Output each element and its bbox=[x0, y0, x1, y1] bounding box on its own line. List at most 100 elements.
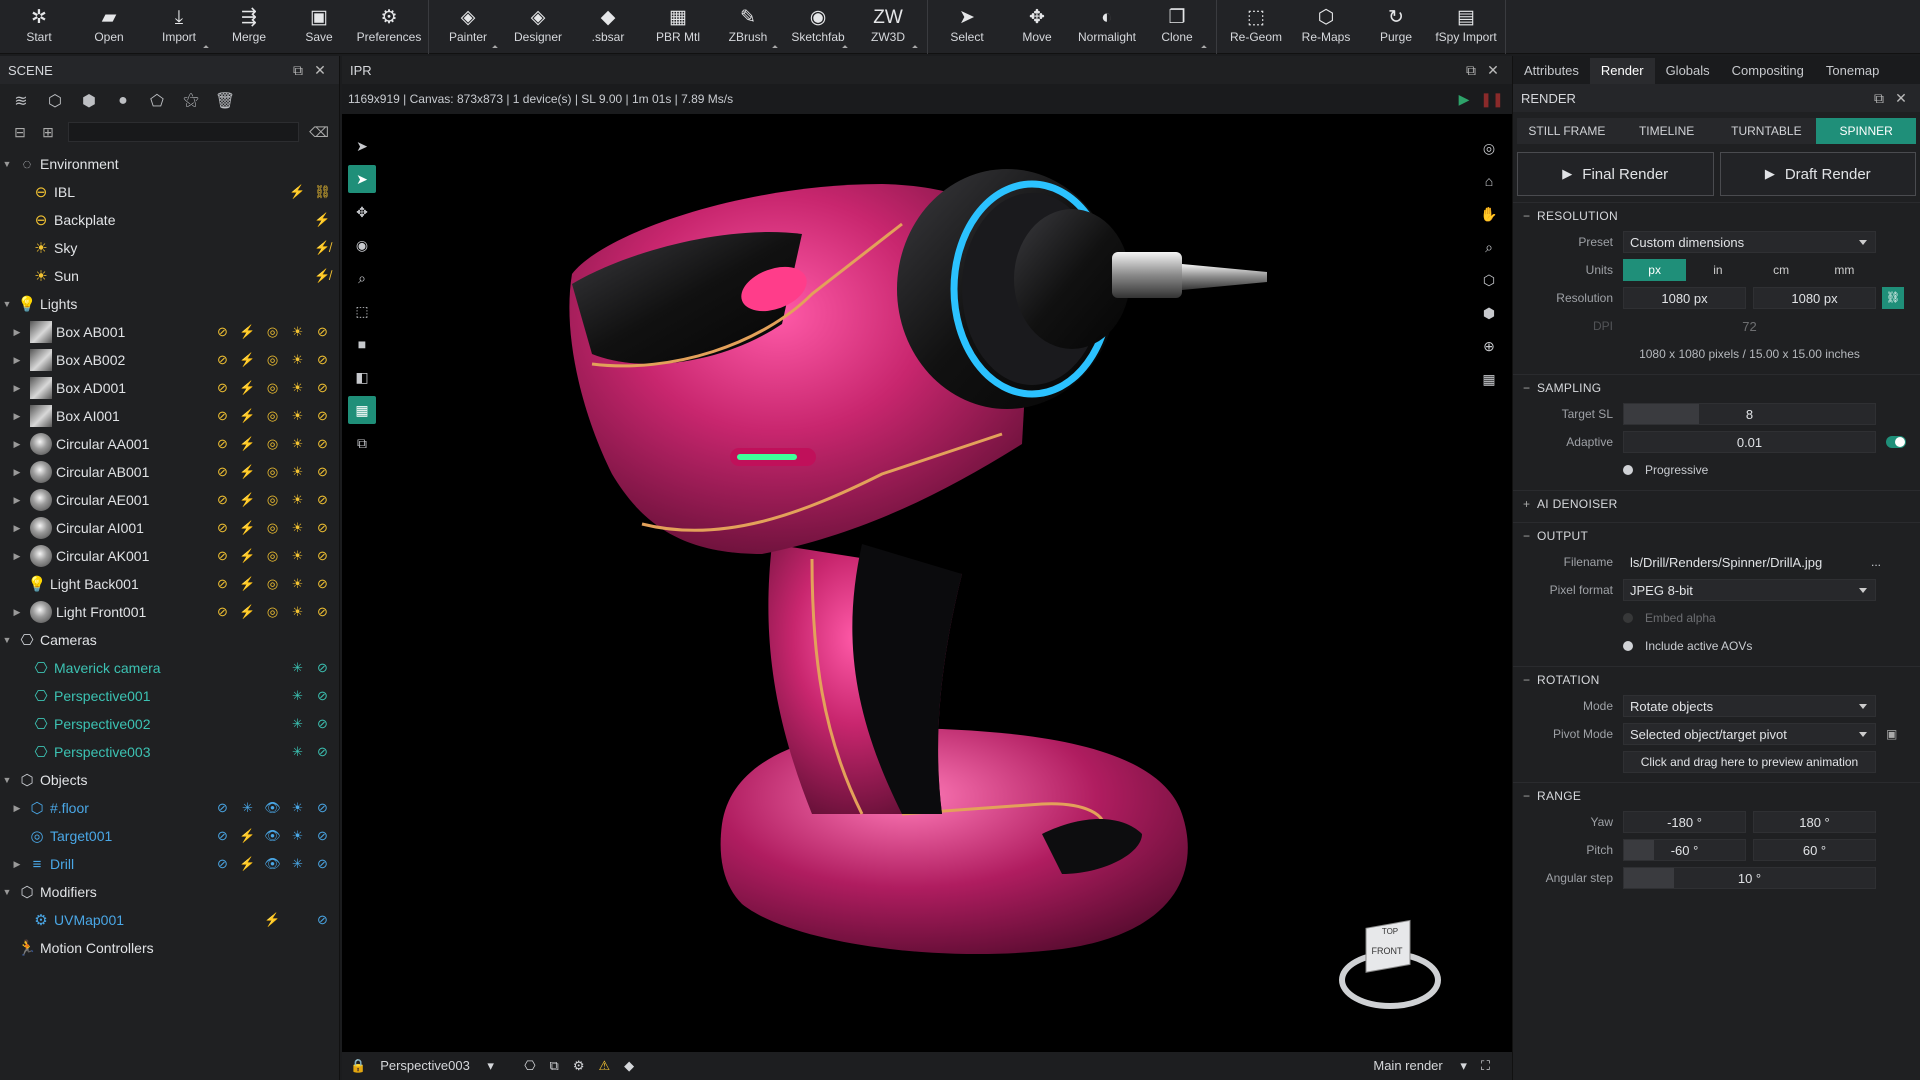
light-icon[interactable]: ☀ bbox=[285, 828, 310, 844]
embed-alpha-radio[interactable] bbox=[1623, 613, 1633, 623]
tree-object-floor[interactable]: ▶ ⬡ #.floor ⊘ ✳ 👁 ☀ ⊘ bbox=[0, 794, 339, 822]
tab-compositing[interactable]: Compositing bbox=[1721, 58, 1815, 84]
shadow-icon[interactable]: ⊘ bbox=[310, 688, 335, 704]
tree-light-light-back001[interactable]: 💡 Light Back001 ⊘ ⚡ ◎ ☀ ⊘ bbox=[0, 570, 339, 598]
emitter-icon[interactable]: ⚡ bbox=[285, 184, 310, 200]
select-button[interactable]: ➤ Select bbox=[932, 0, 1002, 54]
pixel-format-select[interactable]: JPEG 8-bit bbox=[1623, 579, 1876, 601]
preset-select[interactable]: Custom dimensions bbox=[1623, 231, 1876, 253]
expand-arrow-icon[interactable]: ▶ bbox=[10, 859, 24, 870]
light-icon[interactable]: ☀ bbox=[285, 548, 310, 564]
light-icon[interactable]: ☀ bbox=[285, 464, 310, 480]
home-icon[interactable]: ⌂ bbox=[1476, 167, 1502, 195]
render-tab-spinner[interactable]: SPINNER bbox=[1816, 118, 1916, 144]
scene-search-input[interactable] bbox=[68, 122, 299, 142]
pitch-min-input[interactable]: -60 ° bbox=[1623, 839, 1746, 861]
sketchfab-button[interactable]: ◉ Sketchfab bbox=[783, 0, 853, 54]
hide-icon[interactable]: ⊘ bbox=[210, 828, 235, 844]
shadow-icon[interactable]: ⊘ bbox=[310, 380, 335, 396]
shadow-icon[interactable]: ⊘ bbox=[310, 408, 335, 424]
shadow-icon[interactable]: ⊘ bbox=[310, 352, 335, 368]
move-icon[interactable]: ✥ bbox=[348, 198, 376, 226]
tab-globals[interactable]: Globals bbox=[1655, 58, 1721, 84]
yaw-min-input[interactable]: -180 ° bbox=[1623, 811, 1746, 833]
emitter-icon[interactable]: ✳ bbox=[235, 800, 260, 816]
visibility-icon[interactable]: ◎ bbox=[260, 408, 285, 424]
close-icon[interactable]: ✕ bbox=[309, 62, 331, 79]
expand-arrow-icon[interactable]: ▼ bbox=[0, 887, 14, 897]
merge-button[interactable]: ⇶ Merge bbox=[214, 0, 284, 54]
resolution-height-input[interactable]: 1080 px bbox=[1753, 287, 1876, 309]
link-icon[interactable]: ⛓ bbox=[310, 184, 335, 200]
shadow-icon[interactable]: ⊘ bbox=[310, 800, 335, 816]
emitter-icon[interactable]: ⚡ bbox=[235, 520, 260, 536]
expand-arrow-icon[interactable]: ▼ bbox=[0, 159, 14, 169]
expand-arrow-icon[interactable]: ▶ bbox=[10, 467, 24, 478]
tree-object-drill[interactable]: ▶ ≡ Drill ⊘ ⚡ 👁 ✳ ⊘ bbox=[0, 850, 339, 878]
hide-icon[interactable]: ⊘ bbox=[210, 464, 235, 480]
add-box-icon[interactable]: ⬢ bbox=[72, 91, 106, 111]
tree-light-circular-ae001[interactable]: ▶ Circular AE001 ⊘ ⚡ ◎ ☀ ⊘ bbox=[0, 486, 339, 514]
expand-arrow-icon[interactable]: ▼ bbox=[0, 635, 14, 645]
light-icon[interactable]: ☀ bbox=[285, 352, 310, 368]
hide-icon[interactable]: ⊘ bbox=[210, 408, 235, 424]
clear-search-icon[interactable]: ⌫ bbox=[305, 124, 333, 141]
unit-cm[interactable]: cm bbox=[1750, 259, 1813, 281]
visibility-icon[interactable]: ◎ bbox=[260, 380, 285, 396]
expand-all-icon[interactable]: ⊞ bbox=[34, 124, 62, 141]
zoom-icon[interactable]: ⌕ bbox=[1476, 233, 1502, 261]
delete-icon[interactable]: 🗑 bbox=[208, 91, 242, 111]
tree-camera-perspective003[interactable]: ⎔ Perspective003 ✳ ⊘ bbox=[0, 738, 339, 766]
preview-animation-area[interactable]: Click and drag here to preview animation bbox=[1623, 751, 1876, 773]
expand-arrow-icon[interactable]: ▶ bbox=[10, 803, 24, 814]
painter-button[interactable]: ◈ Painter bbox=[433, 0, 503, 54]
keyframe-icon[interactable]: ◆ bbox=[624, 1058, 634, 1074]
light-icon[interactable]: ☀ bbox=[285, 408, 310, 424]
hide-icon[interactable]: ⊘ bbox=[210, 800, 235, 816]
fullscreen-icon[interactable]: ⛶ bbox=[1481, 1058, 1490, 1074]
pause-icon[interactable]: ❚❚ bbox=[1478, 91, 1506, 108]
light-icon[interactable]: ☀ bbox=[285, 576, 310, 592]
visibility-icon[interactable]: ◎ bbox=[260, 352, 285, 368]
collapse-all-icon[interactable]: ⊟ bbox=[6, 124, 34, 141]
re-geom-button[interactable]: ⬚ Re-Geom bbox=[1221, 0, 1291, 54]
tree-camera-perspective002[interactable]: ⎔ Perspective002 ✳ ⊘ bbox=[0, 710, 339, 738]
tree-motion-controllers[interactable]: 🏃 Motion Controllers bbox=[0, 934, 339, 962]
hide-icon[interactable]: ⊘ bbox=[210, 856, 235, 872]
tree-environment[interactable]: ▼ ◌ Environment bbox=[0, 150, 339, 178]
visible-icon[interactable]: 👁 bbox=[260, 800, 285, 816]
camera-select[interactable]: Perspective003 ▾ bbox=[380, 1058, 510, 1074]
undock-icon[interactable]: ⧉ bbox=[287, 62, 309, 79]
tree-env-backplate[interactable]: ⊖ Backplate ⚡ bbox=[0, 206, 339, 234]
browse-button[interactable]: ... bbox=[1871, 555, 1881, 569]
start-button[interactable]: ✲ Start bbox=[4, 0, 74, 54]
shadow-icon[interactable]: ⊘ bbox=[310, 576, 335, 592]
hide-icon[interactable]: ⊘ bbox=[210, 436, 235, 452]
tab-render[interactable]: Render bbox=[1589, 58, 1655, 84]
close-icon[interactable]: ✕ bbox=[1890, 90, 1912, 107]
shadow-icon[interactable]: ⊘ bbox=[310, 492, 335, 508]
add-shape-icon[interactable]: ⬠ bbox=[140, 91, 174, 111]
light-icon[interactable]: ☀ bbox=[285, 604, 310, 620]
tree-light-circular-aa001[interactable]: ▶ Circular AA001 ⊘ ⚡ ◎ ☀ ⊘ bbox=[0, 430, 339, 458]
emitter-icon[interactable]: ⚡ bbox=[235, 492, 260, 508]
zoom-region-icon[interactable]: ⌕ bbox=[348, 264, 376, 292]
tree-light-box-ai001[interactable]: ▶ Box AI001 ⊘ ⚡ ◎ ☀ ⊘ bbox=[0, 402, 339, 430]
add-light-icon[interactable]: ● bbox=[106, 92, 140, 110]
include-aovs-radio[interactable] bbox=[1623, 641, 1633, 651]
hide-icon[interactable]: ⊘ bbox=[210, 520, 235, 536]
undock-icon[interactable]: ⧉ bbox=[1460, 62, 1482, 79]
output-select[interactable]: Main render ▾ bbox=[1373, 1058, 1467, 1074]
visibility-icon[interactable]: ◎ bbox=[260, 492, 285, 508]
tree-cameras[interactable]: ▼ ⎔ Cameras bbox=[0, 626, 339, 654]
open-button[interactable]: ▰ Open bbox=[74, 0, 144, 54]
section-ai-denoiser[interactable]: + AI DENOISER bbox=[1513, 490, 1920, 516]
zbrush-button[interactable]: ✎ ZBrush bbox=[713, 0, 783, 54]
hide-icon[interactable]: ⊘ bbox=[210, 548, 235, 564]
camera-icon[interactable]: ⎔ bbox=[524, 1058, 535, 1074]
hide-icon[interactable]: ⊘ bbox=[210, 492, 235, 508]
unit-mm[interactable]: mm bbox=[1813, 259, 1876, 281]
light-icon[interactable]: ☀ bbox=[285, 800, 310, 816]
re-maps-button[interactable]: ⬡ Re-Maps bbox=[1291, 0, 1361, 54]
section-sampling[interactable]: − SAMPLING bbox=[1513, 374, 1920, 400]
